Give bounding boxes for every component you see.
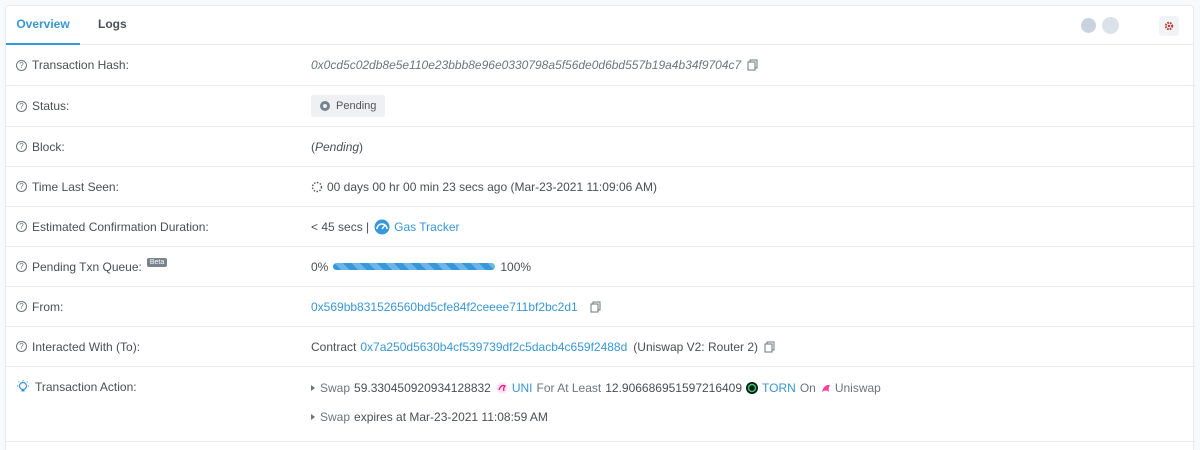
question-circle-icon[interactable]: ?	[16, 221, 27, 232]
pending-dot-icon	[320, 101, 330, 111]
lightbulb-icon	[17, 380, 29, 392]
question-circle-icon[interactable]: ?	[16, 181, 27, 192]
question-circle-icon[interactable]: ?	[16, 100, 27, 112]
uniswap-icon	[821, 384, 830, 392]
amount-in: 59.330450920934128832	[354, 381, 491, 395]
contract-name: (Uniswap V2: Router 2)	[633, 339, 758, 354]
caret-right-icon	[311, 414, 315, 420]
row-from: ? From: 0x569bb831526560bd5cfe84f2ceeee7…	[6, 287, 1195, 327]
row-block: ? Block: (Pending)	[6, 127, 1195, 167]
contract-prefix: Contract	[311, 339, 357, 354]
block-paren-close: )	[359, 139, 364, 154]
row-interacted-with: ? Interacted With (To): Contract 0x7a250…	[6, 327, 1195, 367]
uni-token-icon	[496, 382, 508, 394]
copy-icon[interactable]	[764, 341, 775, 353]
action-line-2: Swap expires at Mar-23-2021 11:08:59 AM	[311, 410, 548, 424]
spinner-icon	[311, 181, 323, 192]
label-group: ? Time Last Seen:	[16, 167, 119, 206]
expiry-text: expires at Mar-23-2021 11:08:59 AM	[354, 410, 548, 424]
label: Status:	[32, 99, 70, 113]
value-group: 00 days 00 hr 00 min 23 secs ago (Mar-23…	[311, 167, 657, 206]
label: Block:	[32, 139, 65, 154]
amount-out: 12.906686951597216409	[605, 381, 743, 395]
avatar-placeholder-2	[1102, 17, 1119, 34]
settings-button[interactable]	[1159, 16, 1179, 36]
tab-logs[interactable]: Logs	[98, 6, 127, 45]
label: From:	[32, 299, 64, 314]
label: Pending Txn Queue:	[32, 259, 142, 274]
copy-icon[interactable]	[590, 301, 601, 313]
label-group: ? Transaction Hash:	[16, 45, 129, 85]
beta-badge: Beta	[146, 258, 168, 267]
queue-end: 100%	[500, 259, 532, 274]
transaction-hash-value[interactable]: 0x0cd5c02db8e5e110e23bbb8e96e0330798a5f5…	[311, 58, 741, 72]
value-group: 0% 100%	[311, 247, 531, 286]
label-group: ? Interacted With (To):	[16, 327, 140, 366]
transaction-card: Overview Logs ? Transaction Hash: 0x0cd5…	[5, 5, 1195, 450]
time-last-seen-value: 00 days 00 hr 00 min 23 secs ago (Mar-23…	[327, 179, 657, 194]
row-transaction-hash: ? Transaction Hash: 0x0cd5c02db8e5e110e2…	[6, 45, 1195, 86]
gear-icon	[1164, 21, 1174, 31]
block-value: Pending	[315, 139, 360, 154]
copy-icon[interactable]	[747, 59, 758, 71]
row-pending-queue: ? Pending Txn Queue: Beta 0% 100%	[6, 247, 1195, 287]
row-transaction-action: Transaction Action: Swap 59.330450920934…	[6, 367, 1195, 442]
action-verb: Swap	[320, 410, 351, 424]
question-circle-icon[interactable]: ?	[16, 59, 27, 71]
action-mid: For At Least	[536, 381, 602, 395]
queue-start: 0%	[311, 259, 329, 274]
value-group: Pending	[311, 86, 386, 126]
row-status: ? Status: Pending	[6, 86, 1195, 127]
question-circle-icon[interactable]: ?	[16, 261, 27, 272]
label: Time Last Seen:	[32, 179, 119, 194]
queue-progress-bar	[333, 263, 496, 270]
label: Estimated Confirmation Duration:	[32, 219, 209, 234]
question-circle-icon[interactable]: ?	[16, 301, 27, 312]
contract-address-link[interactable]: 0x7a250d5630b4cf539739df2c5dacb4c659f248…	[360, 340, 627, 354]
action-on: On	[799, 381, 816, 395]
label: Interacted With (To):	[32, 339, 141, 354]
status-value: Pending	[336, 100, 377, 112]
duration-value: < 45 secs |	[311, 219, 370, 234]
gas-gauge-icon	[374, 219, 390, 234]
value-group: Contract 0x7a250d5630b4cf539739df2c5dacb…	[311, 327, 775, 366]
token-in-link[interactable]: UNI	[512, 381, 533, 395]
row-time-last-seen: ? Time Last Seen: 00 days 00 hr 00 min 2…	[6, 167, 1195, 207]
label-group: Transaction Action:	[16, 367, 137, 407]
action-verb: Swap	[320, 381, 351, 395]
label-group: ? From:	[16, 287, 63, 326]
label-group: ? Estimated Confirmation Duration:	[16, 207, 209, 246]
torn-token-icon	[746, 382, 759, 394]
dex-name: Uniswap	[834, 381, 881, 395]
label: Transaction Action:	[35, 380, 137, 394]
label-group: ? Block:	[16, 127, 65, 166]
value-group: (Pending)	[311, 127, 363, 166]
token-out-link[interactable]: TORN	[762, 381, 796, 395]
tab-bar: Overview Logs	[6, 6, 1193, 45]
value-group: 0x569bb831526560bd5cfe84f2ceeee711bf2bc2…	[311, 287, 601, 326]
from-address-link[interactable]: 0x569bb831526560bd5cfe84f2ceeee711bf2bc2…	[311, 300, 578, 314]
value-group: 0x0cd5c02db8e5e110e23bbb8e96e0330798a5f5…	[311, 45, 758, 85]
status-badge: Pending	[311, 95, 386, 117]
question-circle-icon[interactable]: ?	[16, 341, 27, 352]
question-circle-icon[interactable]: ?	[16, 141, 27, 152]
tab-overview[interactable]: Overview	[6, 6, 80, 45]
label: Transaction Hash:	[32, 58, 129, 72]
caret-right-icon	[311, 385, 315, 391]
label-group: ? Pending Txn Queue: Beta	[16, 247, 168, 286]
gas-tracker-link[interactable]: Gas Tracker	[394, 220, 459, 234]
action-line-1: Swap 59.330450920934128832 UNI For At Le…	[311, 381, 881, 395]
value-group: < 45 secs | Gas Tracker	[311, 207, 460, 246]
row-confirmation-duration: ? Estimated Confirmation Duration: < 45 …	[6, 207, 1195, 247]
label-group: ? Status:	[16, 86, 69, 126]
avatar-placeholder	[1081, 18, 1096, 33]
